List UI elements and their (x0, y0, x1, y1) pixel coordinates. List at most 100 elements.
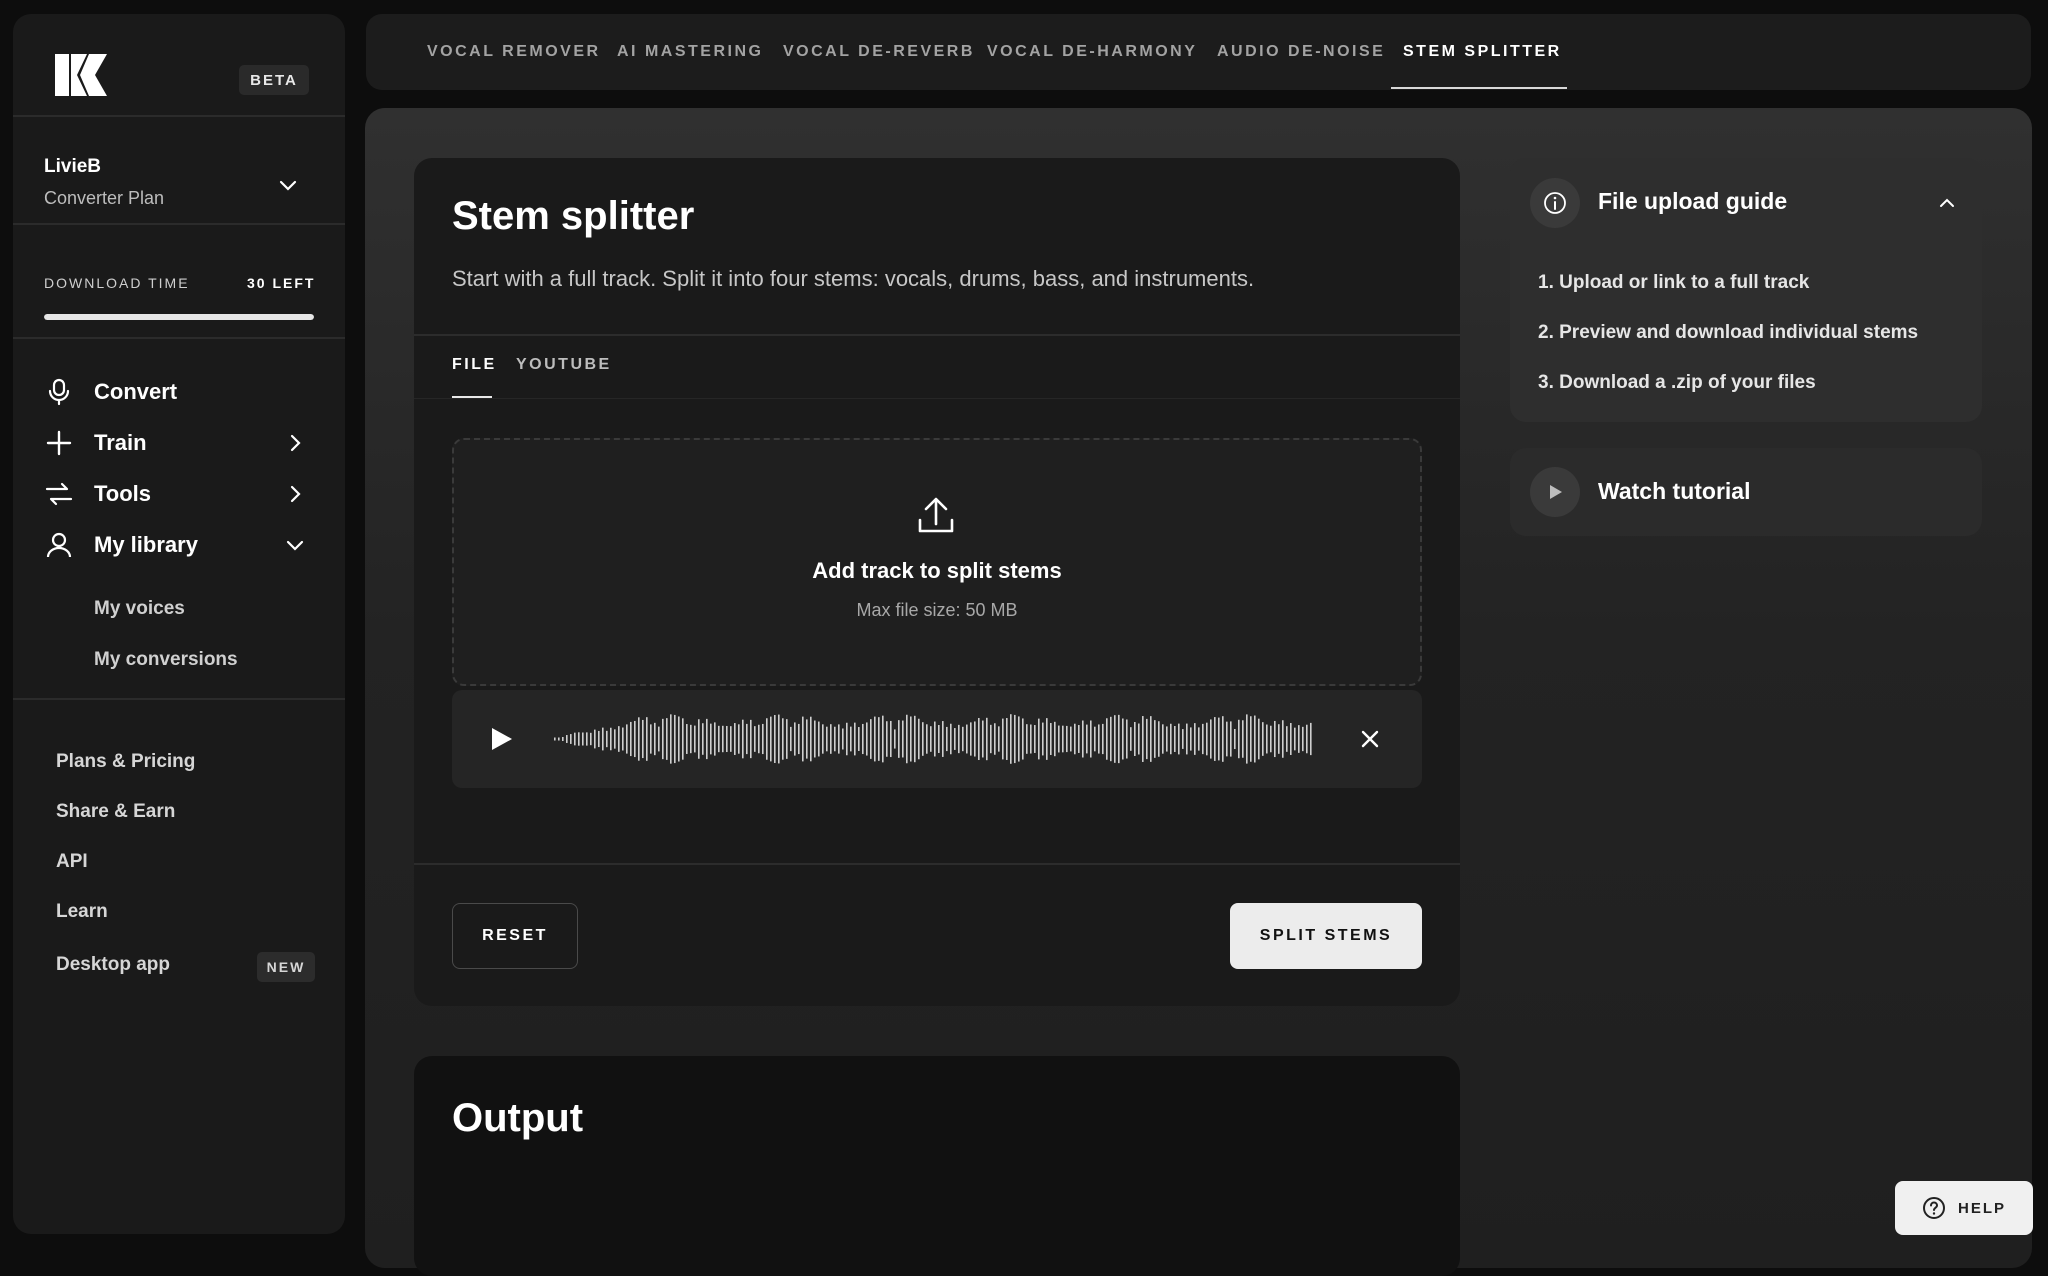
waveform-bar (762, 723, 764, 755)
tab-vocal-de-reverb[interactable]: VOCAL DE-REVERB (783, 14, 975, 90)
waveform-bar (966, 724, 968, 754)
nav-item-my-library[interactable]: My library (44, 525, 324, 565)
waveform-bar (1078, 725, 1080, 753)
waveform-bar (806, 719, 808, 759)
download-time-value: 30 LEFT (247, 275, 316, 291)
waveform-bar (882, 715, 884, 763)
upload-dropzone[interactable]: Add track to split stems Max file size: … (452, 438, 1422, 686)
waveform-bar (1102, 723, 1104, 755)
tab-vocal-de-harmony[interactable]: VOCAL DE-HARMONY (987, 14, 1197, 90)
tab-stem-splitter[interactable]: STEM SPLITTER (1403, 14, 1562, 90)
waveform-bar (930, 726, 932, 752)
waveform-bar (1002, 718, 1004, 760)
waveform-bar (994, 723, 996, 755)
waveform-bar (1198, 727, 1200, 751)
new-badge: NEW (257, 952, 315, 982)
waveform-bar (642, 719, 644, 759)
tab-audio-de-noise[interactable]: AUDIO DE-NOISE (1217, 14, 1385, 90)
waveform-bar (1150, 716, 1152, 762)
sidebar: BETA LivieB Converter Plan DOWNLOAD TIME… (13, 14, 345, 1234)
waveform-bar (602, 727, 604, 751)
waveform-bar (1126, 719, 1128, 759)
waveform-bar (622, 727, 624, 751)
waveform-bar (1018, 716, 1020, 762)
waveform-bar (1146, 718, 1148, 760)
waveform-bar (1270, 725, 1272, 753)
dropzone-title: Add track to split stems (812, 558, 1062, 583)
close-icon[interactable] (1359, 728, 1381, 750)
waveform-bar (766, 718, 768, 760)
waveform-bar (770, 716, 772, 762)
chevron-up-icon[interactable] (1936, 192, 1958, 214)
api-link[interactable]: API (56, 851, 88, 873)
chevron-down-icon[interactable] (275, 172, 301, 198)
reset-button[interactable]: RESET (452, 903, 578, 969)
waveform-bar (778, 714, 780, 764)
waveform-bar (826, 726, 828, 752)
waveform-bar (566, 735, 568, 743)
waveform-bar (942, 721, 944, 757)
guide-step: 3. Download a .zip of your files (1538, 372, 1816, 393)
user-plan: Converter Plan (44, 188, 165, 208)
waveform-bar (886, 721, 888, 757)
watch-tutorial-button[interactable]: Watch tutorial (1510, 448, 1982, 536)
waveform-bar (938, 725, 940, 753)
split-stems-button[interactable]: SPLIT STEMS (1230, 903, 1422, 969)
card-divider (414, 398, 1460, 399)
waveform-bar (890, 720, 892, 758)
sidebar-divider (13, 223, 345, 225)
waveform-bar (738, 724, 740, 754)
waveform-bar (1238, 719, 1240, 759)
waveform-bar (786, 719, 788, 759)
waveform-bar (1306, 724, 1308, 754)
waveform-bar (846, 722, 848, 756)
plus-icon (44, 428, 74, 458)
desktop-app-link[interactable]: Desktop app (56, 954, 170, 976)
library-item-my-voices[interactable]: My voices (94, 598, 185, 620)
waveform-bar (750, 719, 752, 759)
download-time-progress (44, 314, 314, 320)
waveform-bar (1266, 724, 1268, 754)
library-item-my-conversions[interactable]: My conversions (94, 649, 238, 671)
tab-vocal-remover[interactable]: VOCAL REMOVER (427, 14, 601, 90)
waveform-bar (1174, 725, 1176, 753)
waveform-bar (894, 729, 896, 749)
waveform-bar (1050, 723, 1052, 755)
waveform-bar (610, 727, 612, 751)
waveform-bar (1022, 718, 1024, 760)
logo-icon[interactable] (53, 48, 109, 102)
waveform-bar (594, 729, 596, 749)
plans-pricing-link[interactable]: Plans & Pricing (56, 751, 195, 773)
waveform-bar (686, 724, 688, 754)
tab-ai-mastering[interactable]: AI MASTERING (617, 14, 763, 90)
tab-youtube[interactable]: YOUTUBE (516, 356, 612, 374)
waveform-bar (1262, 722, 1264, 756)
waveform-bar (1086, 724, 1088, 754)
waveform-bar (822, 724, 824, 754)
waveform-bar (1242, 720, 1244, 758)
guide-title: File upload guide (1598, 188, 1788, 214)
nav-item-convert[interactable]: Convert (44, 372, 324, 412)
waveform-bar (1186, 723, 1188, 755)
learn-link[interactable]: Learn (56, 901, 108, 923)
waveform-bar (1062, 725, 1064, 753)
nav-item-train[interactable]: Train (44, 423, 324, 463)
play-icon[interactable] (488, 726, 514, 752)
user-icon (44, 530, 74, 560)
sidebar-divider (13, 337, 345, 339)
waveform-bar (1178, 723, 1180, 755)
waveform-bar (586, 732, 588, 746)
nav-item-tools[interactable]: Tools (44, 474, 324, 514)
tab-file[interactable]: FILE (452, 356, 497, 374)
share-earn-link[interactable]: Share & Earn (56, 801, 175, 823)
waveform-bar (562, 736, 564, 742)
waveform-bar (1026, 724, 1028, 754)
waveform-bar (702, 723, 704, 755)
help-button[interactable]: HELP (1895, 1181, 2033, 1235)
waveform-bar (698, 719, 700, 759)
nav-item-label: Train (94, 430, 147, 455)
waveform[interactable] (554, 710, 1320, 768)
waveform-bar (814, 720, 816, 758)
waveform-bar (1166, 726, 1168, 752)
waveform-bar (1006, 718, 1008, 760)
